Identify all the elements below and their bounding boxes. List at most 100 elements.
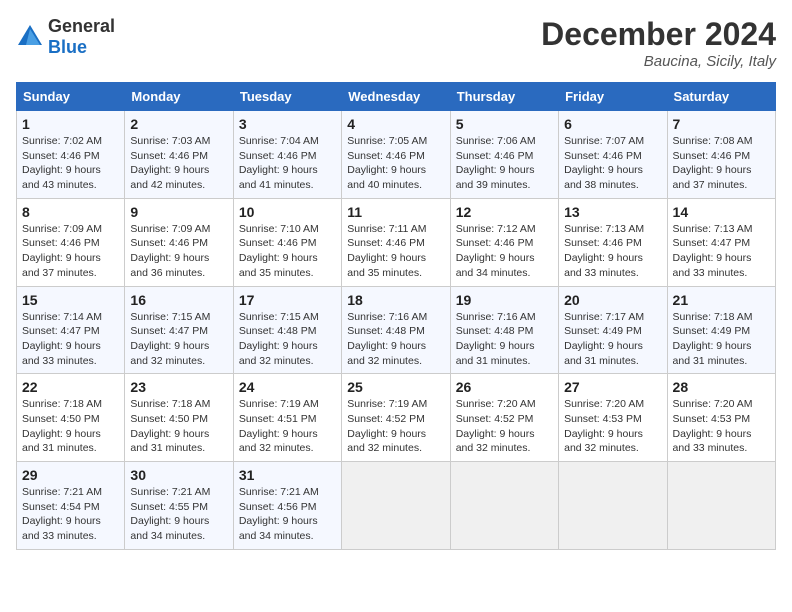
calendar-cell: 20 Sunrise: 7:17 AM Sunset: 4:49 PM Dayli… <box>559 286 667 374</box>
calendar-table: SundayMondayTuesdayWednesdayThursdayFrid… <box>16 82 776 550</box>
day-number: 17 <box>239 292 336 308</box>
day-info: Sunrise: 7:20 AM Sunset: 4:53 PM Dayligh… <box>564 397 661 456</box>
day-number: 20 <box>564 292 661 308</box>
calendar-cell: 18 Sunrise: 7:16 AM Sunset: 4:48 PM Dayli… <box>342 286 450 374</box>
day-number: 1 <box>22 116 119 132</box>
day-info: Sunrise: 7:19 AM Sunset: 4:52 PM Dayligh… <box>347 397 444 456</box>
day-info: Sunrise: 7:08 AM Sunset: 4:46 PM Dayligh… <box>673 134 770 193</box>
logo: General Blue <box>16 16 115 58</box>
day-info: Sunrise: 7:14 AM Sunset: 4:47 PM Dayligh… <box>22 310 119 369</box>
day-info: Sunrise: 7:07 AM Sunset: 4:46 PM Dayligh… <box>564 134 661 193</box>
calendar-cell: 26 Sunrise: 7:20 AM Sunset: 4:52 PM Dayli… <box>450 374 558 462</box>
day-number: 9 <box>130 204 227 220</box>
calendar-cell: 13Sunrise: 7:13 AM Sunset: 4:46 PM Dayli… <box>559 198 667 286</box>
calendar-cell: 25 Sunrise: 7:19 AM Sunset: 4:52 PM Dayli… <box>342 374 450 462</box>
day-number: 25 <box>347 379 444 395</box>
day-number: 26 <box>456 379 553 395</box>
day-number: 22 <box>22 379 119 395</box>
calendar-cell: 21 Sunrise: 7:18 AM Sunset: 4:49 PM Dayli… <box>667 286 775 374</box>
day-number: 30 <box>130 467 227 483</box>
day-number: 21 <box>673 292 770 308</box>
day-number: 12 <box>456 204 553 220</box>
day-number: 3 <box>239 116 336 132</box>
day-number: 18 <box>347 292 444 308</box>
calendar-cell: 8Sunrise: 7:09 AM Sunset: 4:46 PM Daylig… <box>17 198 125 286</box>
day-of-week-header: Monday <box>125 83 233 111</box>
day-number: 28 <box>673 379 770 395</box>
day-info: Sunrise: 7:20 AM Sunset: 4:53 PM Dayligh… <box>673 397 770 456</box>
day-info: Sunrise: 7:19 AM Sunset: 4:51 PM Dayligh… <box>239 397 336 456</box>
day-number: 29 <box>22 467 119 483</box>
calendar-cell: 3 Sunrise: 7:04 AM Sunset: 4:46 PM Daylig… <box>233 111 341 199</box>
day-info: Sunrise: 7:10 AM Sunset: 4:46 PM Dayligh… <box>239 222 336 281</box>
calendar-body: 1 Sunrise: 7:02 AM Sunset: 4:46 PM Daylig… <box>17 111 776 550</box>
calendar-cell: 11 Sunrise: 7:11 AM Sunset: 4:46 PM Dayli… <box>342 198 450 286</box>
title-block: December 2024 Baucina, Sicily, Italy <box>541 16 776 70</box>
calendar-week-row: 8Sunrise: 7:09 AM Sunset: 4:46 PM Daylig… <box>17 198 776 286</box>
day-info: Sunrise: 7:18 AM Sunset: 4:50 PM Dayligh… <box>22 397 119 456</box>
day-info: Sunrise: 7:21 AM Sunset: 4:56 PM Dayligh… <box>239 485 336 544</box>
day-number: 11 <box>347 204 444 220</box>
day-info: Sunrise: 7:04 AM Sunset: 4:46 PM Dayligh… <box>239 134 336 193</box>
day-of-week-header: Friday <box>559 83 667 111</box>
calendar-cell <box>450 462 558 550</box>
calendar-cell: 7 Sunrise: 7:08 AM Sunset: 4:46 PM Daylig… <box>667 111 775 199</box>
day-number: 24 <box>239 379 336 395</box>
day-number: 16 <box>130 292 227 308</box>
calendar-cell <box>559 462 667 550</box>
day-number: 5 <box>456 116 553 132</box>
day-number: 14 <box>673 204 770 220</box>
calendar-cell: 16 Sunrise: 7:15 AM Sunset: 4:47 PM Dayli… <box>125 286 233 374</box>
calendar-week-row: 1 Sunrise: 7:02 AM Sunset: 4:46 PM Daylig… <box>17 111 776 199</box>
day-number: 6 <box>564 116 661 132</box>
calendar-cell: 24 Sunrise: 7:19 AM Sunset: 4:51 PM Dayli… <box>233 374 341 462</box>
calendar-cell: 14 Sunrise: 7:13 AM Sunset: 4:47 PM Dayli… <box>667 198 775 286</box>
calendar-cell: 27 Sunrise: 7:20 AM Sunset: 4:53 PM Dayli… <box>559 374 667 462</box>
calendar-cell: 22 Sunrise: 7:18 AM Sunset: 4:50 PM Dayli… <box>17 374 125 462</box>
logo-text-general: General <box>48 16 115 36</box>
calendar-header-row: SundayMondayTuesdayWednesdayThursdayFrid… <box>17 83 776 111</box>
calendar-cell: 5Sunrise: 7:06 AM Sunset: 4:46 PM Daylig… <box>450 111 558 199</box>
calendar-cell: 28 Sunrise: 7:20 AM Sunset: 4:53 PM Dayli… <box>667 374 775 462</box>
day-info: Sunrise: 7:20 AM Sunset: 4:52 PM Dayligh… <box>456 397 553 456</box>
day-info: Sunrise: 7:18 AM Sunset: 4:50 PM Dayligh… <box>130 397 227 456</box>
calendar-location: Baucina, Sicily, Italy <box>541 53 776 70</box>
day-of-week-header: Wednesday <box>342 83 450 111</box>
day-info: Sunrise: 7:21 AM Sunset: 4:55 PM Dayligh… <box>130 485 227 544</box>
day-info: Sunrise: 7:15 AM Sunset: 4:48 PM Dayligh… <box>239 310 336 369</box>
day-number: 7 <box>673 116 770 132</box>
calendar-cell: 29Sunrise: 7:21 AM Sunset: 4:54 PM Dayli… <box>17 462 125 550</box>
calendar-cell: 12 Sunrise: 7:12 AM Sunset: 4:46 PM Dayli… <box>450 198 558 286</box>
day-info: Sunrise: 7:16 AM Sunset: 4:48 PM Dayligh… <box>347 310 444 369</box>
day-number: 31 <box>239 467 336 483</box>
calendar-week-row: 29Sunrise: 7:21 AM Sunset: 4:54 PM Dayli… <box>17 462 776 550</box>
day-number: 8 <box>22 204 119 220</box>
calendar-cell: 17 Sunrise: 7:15 AM Sunset: 4:48 PM Dayli… <box>233 286 341 374</box>
day-info: Sunrise: 7:17 AM Sunset: 4:49 PM Dayligh… <box>564 310 661 369</box>
calendar-cell: 15Sunrise: 7:14 AM Sunset: 4:47 PM Dayli… <box>17 286 125 374</box>
calendar-week-row: 15Sunrise: 7:14 AM Sunset: 4:47 PM Dayli… <box>17 286 776 374</box>
calendar-cell: 10 Sunrise: 7:10 AM Sunset: 4:46 PM Dayli… <box>233 198 341 286</box>
day-of-week-header: Thursday <box>450 83 558 111</box>
day-number: 2 <box>130 116 227 132</box>
day-info: Sunrise: 7:18 AM Sunset: 4:49 PM Dayligh… <box>673 310 770 369</box>
day-info: Sunrise: 7:02 AM Sunset: 4:46 PM Dayligh… <box>22 134 119 193</box>
day-info: Sunrise: 7:11 AM Sunset: 4:46 PM Dayligh… <box>347 222 444 281</box>
day-info: Sunrise: 7:15 AM Sunset: 4:47 PM Dayligh… <box>130 310 227 369</box>
day-number: 13 <box>564 204 661 220</box>
calendar-cell: 19 Sunrise: 7:16 AM Sunset: 4:48 PM Dayli… <box>450 286 558 374</box>
day-of-week-header: Saturday <box>667 83 775 111</box>
day-info: Sunrise: 7:13 AM Sunset: 4:47 PM Dayligh… <box>673 222 770 281</box>
calendar-cell: 2 Sunrise: 7:03 AM Sunset: 4:46 PM Daylig… <box>125 111 233 199</box>
day-info: Sunrise: 7:16 AM Sunset: 4:48 PM Dayligh… <box>456 310 553 369</box>
day-number: 4 <box>347 116 444 132</box>
day-number: 10 <box>239 204 336 220</box>
day-number: 19 <box>456 292 553 308</box>
calendar-cell: 1 Sunrise: 7:02 AM Sunset: 4:46 PM Daylig… <box>17 111 125 199</box>
day-number: 27 <box>564 379 661 395</box>
calendar-cell: 6 Sunrise: 7:07 AM Sunset: 4:46 PM Daylig… <box>559 111 667 199</box>
day-info: Sunrise: 7:12 AM Sunset: 4:46 PM Dayligh… <box>456 222 553 281</box>
day-info: Sunrise: 7:03 AM Sunset: 4:46 PM Dayligh… <box>130 134 227 193</box>
logo-icon <box>16 23 44 51</box>
logo-text-blue: Blue <box>48 37 87 57</box>
